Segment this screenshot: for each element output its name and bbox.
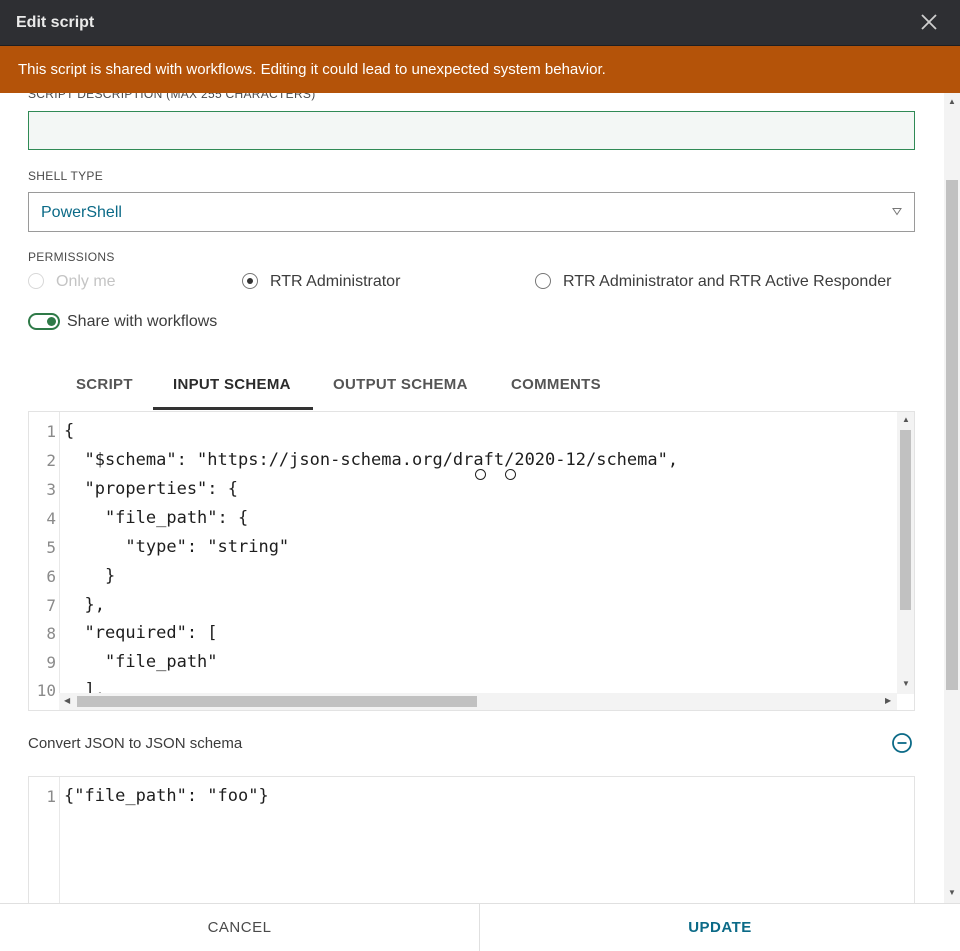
scroll-up-icon[interactable]: ▲ — [948, 98, 956, 106]
dialog-footer: CANCEL UPDATE — [0, 903, 960, 951]
code-line: } — [64, 566, 116, 586]
line-number: 7 — [46, 596, 56, 615]
description-input[interactable] — [28, 111, 915, 150]
line-number: 10 — [36, 681, 56, 700]
editor-vertical-scrollbar[interactable]: ▲ ▼ — [897, 412, 914, 694]
share-with-workflows-toggle[interactable] — [28, 313, 60, 330]
code-line: "type": "string" — [64, 537, 290, 557]
editor-vertical-scroll-thumb[interactable] — [900, 430, 911, 610]
code-line: "properties": { — [64, 479, 238, 499]
line-number: 4 — [46, 509, 56, 528]
code-line: "file_path": { — [64, 508, 249, 528]
code-line: {"file_path": "foo"} — [64, 786, 269, 806]
close-icon[interactable] — [920, 13, 938, 31]
permission-rtr-admin-label: RTR Administrator — [270, 273, 401, 290]
line-number: 6 — [46, 567, 56, 586]
dialog-title: Edit script — [16, 14, 95, 31]
permissions-label: PERMISSIONS — [28, 250, 115, 264]
radio-icon — [242, 273, 258, 289]
tab-output-schema[interactable]: OUTPUT SCHEMA — [333, 376, 468, 393]
line-number: 1 — [46, 787, 56, 806]
shell-type-select[interactable]: PowerShell — [28, 192, 915, 232]
shell-type-label: SHELL TYPE — [28, 169, 104, 183]
line-number: 3 — [46, 480, 56, 499]
line-number: 9 — [46, 653, 56, 672]
scroll-left-icon[interactable]: ◀ — [64, 697, 70, 705]
code-line: { — [64, 421, 75, 441]
code-line: }, — [64, 595, 105, 615]
shell-type-value: PowerShell — [41, 204, 122, 221]
dialog-vertical-scrollbar[interactable]: ▲ ▼ — [944, 93, 960, 903]
code-line: "$schema": "https://json-schema.org/draf… — [64, 450, 679, 470]
cancel-button[interactable]: CANCEL — [0, 904, 480, 951]
line-number: 1 — [46, 422, 56, 441]
description-label: SCRIPT DESCRIPTION (MAX 255 CHARACTERS) — [28, 93, 316, 101]
schema-code-editor[interactable]: 1 2 3 4 5 6 7 8 9 10 { "$schema": "https… — [28, 411, 915, 711]
permission-rtr-admin-responder-label: RTR Administrator and RTR Active Respond… — [563, 273, 892, 290]
warning-banner-text: This script is shared with workflows. Ed… — [18, 61, 606, 78]
dialog-content: SCRIPT DESCRIPTION (MAX 255 CHARACTERS) … — [0, 93, 944, 903]
warning-banner: This script is shared with workflows. Ed… — [0, 46, 960, 93]
chevron-down-icon — [892, 208, 902, 216]
tab-input-schema[interactable]: INPUT SCHEMA — [173, 376, 291, 393]
update-button[interactable]: UPDATE — [480, 904, 960, 951]
convert-json-label: Convert JSON to JSON schema — [28, 735, 243, 752]
json-input-editor[interactable]: 1 {"file_path": "foo"} — [28, 776, 915, 903]
line-number: 2 — [46, 451, 56, 470]
active-tab-indicator — [153, 407, 313, 410]
permission-only-me-label: Only me — [56, 273, 116, 290]
scroll-right-icon[interactable]: ▶ — [885, 697, 891, 705]
scroll-down-icon[interactable]: ▼ — [948, 889, 956, 897]
tab-comments[interactable]: COMMENTS — [511, 376, 601, 393]
line-number: 5 — [46, 538, 56, 557]
line-number-gutter: 1 — [29, 777, 60, 903]
editor-horizontal-scroll-thumb[interactable] — [77, 696, 477, 707]
scroll-down-icon[interactable]: ▼ — [902, 680, 910, 688]
radio-icon — [535, 273, 551, 289]
collapse-minus-icon[interactable] — [891, 732, 913, 754]
share-with-workflows-label: Share with workflows — [67, 313, 218, 330]
radio-icon — [28, 273, 44, 289]
tab-script[interactable]: SCRIPT — [76, 376, 133, 393]
line-number: 8 — [46, 624, 56, 643]
dialog-titlebar: Edit script — [0, 0, 960, 46]
line-number-gutter: 1 2 3 4 5 6 7 8 9 10 — [29, 412, 60, 710]
dialog-scroll-thumb[interactable] — [946, 180, 958, 690]
code-line: "required": [ — [64, 623, 218, 643]
mouse-cursor-icon — [475, 469, 486, 480]
mouse-cursor-icon — [505, 469, 516, 480]
editor-horizontal-scrollbar[interactable]: ◀ ▶ — [59, 693, 897, 710]
code-line: "file_path" — [64, 652, 218, 672]
scroll-up-icon[interactable]: ▲ — [902, 416, 910, 424]
